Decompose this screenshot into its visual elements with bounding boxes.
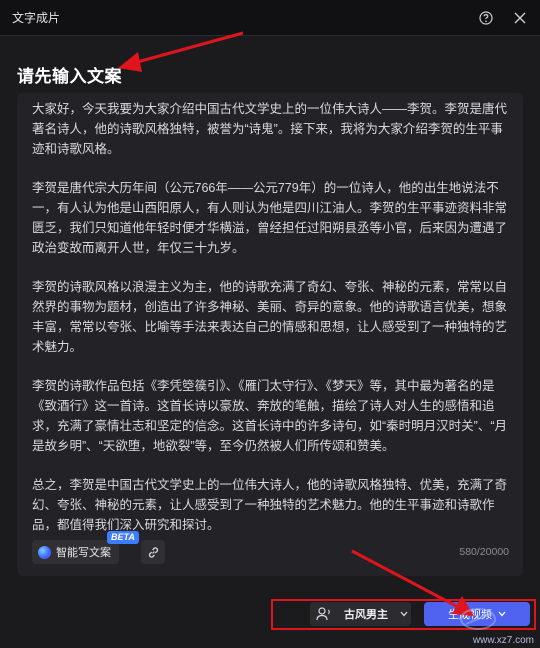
script-editor[interactable]: 大家好，今天我要为大家介绍中国古代文学史上的一位伟大诗人——李贺。李贺是唐代著名… xyxy=(17,93,523,576)
annotation-arrow-heading xyxy=(118,31,244,72)
window-titlebar: 文字成片 xyxy=(0,0,540,36)
watermark-text: www.xz7.com xyxy=(472,635,534,646)
link-icon xyxy=(148,546,158,558)
paragraph-5: 总之，李贺是中国古代文学史上的一位伟大诗人，他的诗歌风格独特、优美，充满了奇幻、… xyxy=(32,478,508,532)
question-circle-icon xyxy=(479,10,493,25)
paragraph-4: 李贺的诗歌作品包括《李凭箜篌引》、《雁门太守行》、《梦天》等，其中最为著名的是《… xyxy=(32,379,507,453)
page-heading: 请先输入文案 xyxy=(17,67,122,86)
link-button[interactable] xyxy=(141,540,165,564)
script-textarea[interactable]: 大家好，今天我要为大家介绍中国古代文学史上的一位伟大诗人——李贺。李贺是唐代著名… xyxy=(32,99,510,554)
generate-video-button[interactable]: 生成视频 xyxy=(424,602,530,626)
close-button[interactable] xyxy=(506,4,534,32)
voice-avatar-icon xyxy=(316,607,330,621)
close-icon xyxy=(514,12,526,23)
ai-orb-icon xyxy=(38,545,51,559)
voice-select-button[interactable]: 古风男主 xyxy=(310,602,411,626)
generate-label: 生成视频 xyxy=(448,609,492,621)
paragraph-2: 李贺是唐代宗大历年间（公元766年——公元779年）的一位诗人，他的出生地说法不… xyxy=(32,181,508,255)
ai-write-button[interactable]: 智能写文案 xyxy=(32,540,119,564)
paragraph-1: 大家好，今天我要为大家介绍中国古代文学史上的一位伟大诗人——李贺。李贺是唐代著名… xyxy=(32,102,508,156)
help-button[interactable] xyxy=(472,4,500,32)
char-counter: 580/20000 xyxy=(459,546,509,558)
chevron-down-icon xyxy=(400,611,408,617)
window-title: 文字成片 xyxy=(12,11,61,25)
voice-label: 古风男主 xyxy=(344,609,388,621)
beta-badge: BETA xyxy=(107,531,139,544)
chevron-down-icon xyxy=(498,611,506,617)
ai-write-label: 智能写文案 xyxy=(56,547,111,559)
paragraph-3: 李贺的诗歌风格以浪漫主义为主，他的诗歌充满了奇幻、夸张、神秘的元素，常常以自然界… xyxy=(32,280,508,354)
